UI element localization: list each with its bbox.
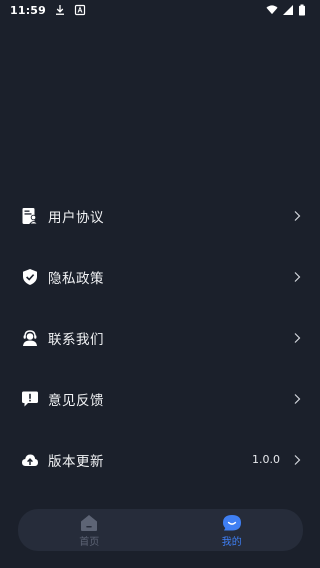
tab-label: 我的 — [221, 537, 242, 548]
tab-label: 首页 — [79, 537, 100, 548]
menu-item-contact-us[interactable]: 联系我们 — [0, 307, 320, 368]
user-agreement-icon — [20, 206, 40, 226]
battery-icon — [298, 4, 310, 16]
menu-item-user-agreement[interactable]: 用户协议 — [0, 185, 320, 246]
chevron-right-icon — [292, 454, 302, 466]
menu-item-version-update[interactable]: 版本更新 1.0.0 — [0, 429, 320, 490]
cloud-upload-icon — [20, 450, 40, 470]
shield-check-icon — [20, 267, 40, 287]
wifi-icon — [266, 4, 278, 16]
profile-screen: 11:59 用户协议 隐私政策 联系我们 意见反馈 版本更新 1.0.0 首页 … — [0, 0, 320, 568]
status-left: 11:59 — [10, 4, 86, 17]
chevron-right-icon — [292, 210, 302, 222]
menu-item-label: 用户协议 — [48, 209, 104, 226]
status-right — [266, 4, 310, 16]
menu-item-label: 隐私政策 — [48, 270, 104, 287]
tab-profile[interactable]: 我的 — [161, 509, 304, 551]
a-box-icon — [74, 4, 86, 16]
chevron-right-icon — [292, 393, 302, 405]
download-icon — [54, 4, 66, 16]
chevron-right-icon — [292, 271, 302, 283]
version-value: 1.0.0 — [252, 453, 280, 466]
settings-menu: 用户协议 隐私政策 联系我们 意见反馈 版本更新 1.0.0 — [0, 185, 320, 490]
menu-item-label: 版本更新 — [48, 453, 104, 470]
customer-service-icon — [20, 328, 40, 348]
tab-home[interactable]: 首页 — [18, 509, 161, 551]
bottom-tab-bar: 首页 我的 — [18, 509, 303, 551]
feedback-icon — [20, 389, 40, 409]
profile-bubble-icon — [222, 514, 242, 532]
status-bar: 11:59 — [0, 0, 320, 20]
signal-icon — [282, 4, 294, 16]
menu-item-privacy-policy[interactable]: 隐私政策 — [0, 246, 320, 307]
chevron-right-icon — [292, 332, 302, 344]
menu-item-label: 联系我们 — [48, 331, 104, 348]
menu-item-label: 意见反馈 — [48, 392, 104, 409]
home-icon — [79, 514, 99, 532]
menu-item-feedback[interactable]: 意见反馈 — [0, 368, 320, 429]
status-time: 11:59 — [10, 3, 47, 17]
